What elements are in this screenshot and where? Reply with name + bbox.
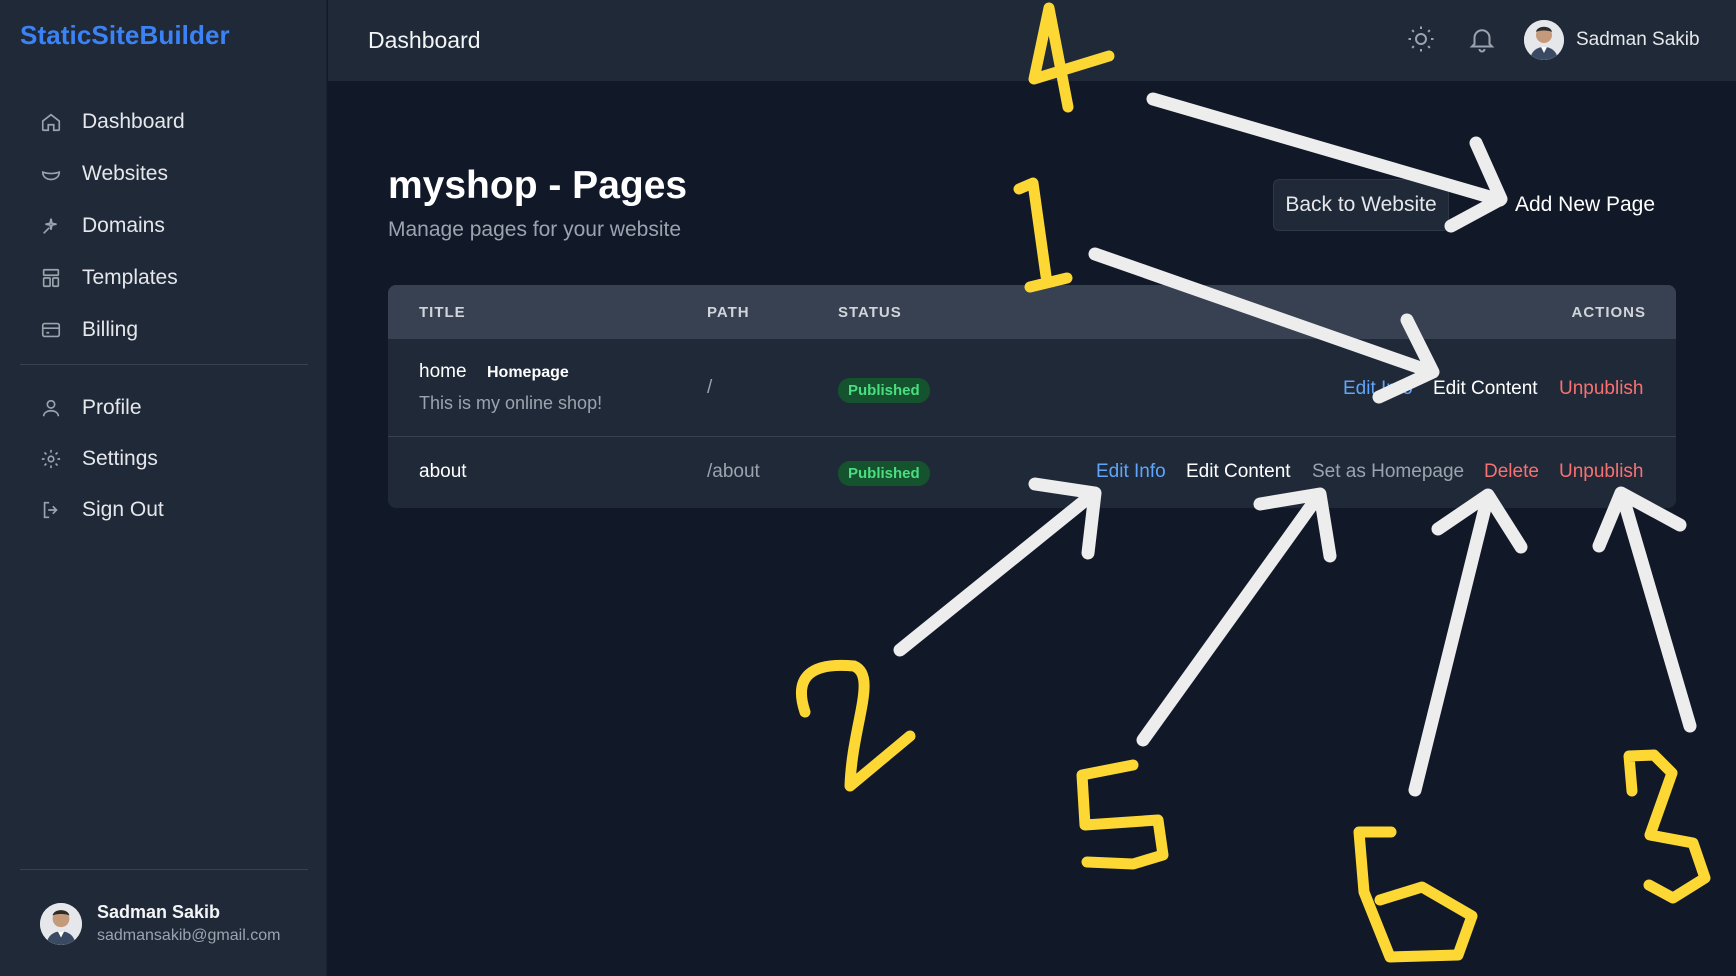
status-badge: Published bbox=[838, 378, 930, 403]
bell-icon bbox=[1469, 29, 1495, 53]
edit-info-link[interactable]: Edit Info bbox=[1343, 378, 1413, 400]
top-bar: Dashboard Sadman Sakib bbox=[328, 0, 1736, 81]
notifications-button[interactable] bbox=[1467, 24, 1497, 54]
sidebar-item-label: Domains bbox=[82, 214, 165, 237]
theme-toggle-button[interactable] bbox=[1406, 24, 1436, 54]
sidebar-item-label: Dashboard bbox=[82, 110, 185, 133]
sidebar-user-card[interactable]: Sadman Sakib sadmansakib@gmail.com bbox=[40, 902, 280, 945]
bowl-icon bbox=[41, 171, 61, 181]
sign-out-icon bbox=[43, 501, 58, 518]
gear-icon bbox=[41, 449, 61, 468]
page-title-cell: home bbox=[419, 361, 467, 382]
sidebar-item-billing[interactable]: Billing bbox=[20, 304, 308, 356]
sidebar-nav: Dashboard Websites Domains Templates Bil… bbox=[20, 96, 308, 535]
layout-icon bbox=[42, 268, 60, 288]
homepage-badge: Homepage bbox=[487, 364, 569, 381]
sidebar-divider bbox=[20, 364, 308, 365]
sidebar: StaticSiteBuilder Dashboard Websites Dom… bbox=[0, 0, 327, 976]
column-header-title: TITLE bbox=[419, 304, 466, 321]
user-icon bbox=[42, 399, 60, 416]
sidebar-item-domains[interactable]: Domains bbox=[20, 200, 308, 252]
user-menu[interactable]: Sadman Sakib bbox=[1524, 20, 1700, 60]
user-name: Sadman Sakib bbox=[1576, 29, 1700, 50]
sidebar-item-websites[interactable]: Websites bbox=[20, 148, 308, 200]
page-path: /about bbox=[707, 461, 760, 482]
column-header-actions: ACTIONS bbox=[1571, 304, 1646, 321]
sidebar-item-label: Sign Out bbox=[82, 497, 164, 521]
delete-link[interactable]: Delete bbox=[1484, 461, 1539, 483]
user-name: Sadman Sakib bbox=[97, 902, 221, 922]
annotation-number-6 bbox=[1353, 826, 1478, 963]
edit-content-link[interactable]: Edit Content bbox=[1433, 378, 1538, 400]
status-badge: Published bbox=[838, 461, 930, 486]
add-new-page-button[interactable]: Add New Page bbox=[1500, 179, 1670, 231]
back-to-website-button[interactable]: Back to Website bbox=[1273, 179, 1449, 231]
sidebar-item-label: Profile bbox=[82, 395, 142, 419]
arrow-head bbox=[1444, 136, 1508, 233]
set-as-homepage-link[interactable]: Set as Homepage bbox=[1312, 461, 1464, 483]
page-header-title: Dashboard bbox=[368, 27, 481, 53]
page-title: myshop - Pages bbox=[388, 164, 688, 207]
unpublish-link[interactable]: Unpublish bbox=[1559, 461, 1644, 483]
sidebar-item-settings[interactable]: Settings bbox=[20, 433, 308, 484]
brand-logo[interactable]: StaticSiteBuilder bbox=[20, 20, 230, 51]
avatar bbox=[1524, 20, 1564, 60]
column-header-path: PATH bbox=[707, 304, 750, 321]
edit-info-link[interactable]: Edit Info bbox=[1096, 461, 1166, 483]
pages-table: TITLE PATH STATUS ACTIONS home Homepage … bbox=[388, 285, 1676, 508]
home-icon bbox=[41, 113, 61, 132]
sidebar-item-label: Websites bbox=[82, 162, 168, 185]
page-path: / bbox=[707, 377, 713, 398]
column-header-status: STATUS bbox=[838, 304, 902, 321]
arrow-to-delete bbox=[1408, 489, 1495, 797]
sidebar-item-sign-out[interactable]: Sign Out bbox=[20, 484, 308, 535]
sidebar-item-profile[interactable]: Profile bbox=[20, 382, 308, 433]
annotation-number-3 bbox=[1623, 749, 1711, 904]
annotation-number-2 bbox=[795, 659, 916, 792]
sidebar-item-label: Settings bbox=[82, 446, 158, 470]
sidebar-item-label: Templates bbox=[82, 266, 178, 289]
arrow-to-unpublish-row2 bbox=[1615, 487, 1697, 733]
sidebar-divider bbox=[20, 869, 308, 870]
page-title-cell: about bbox=[419, 461, 467, 482]
sidebar-item-label: Billing bbox=[82, 318, 139, 341]
arrow-to-edit-info-row2 bbox=[893, 487, 1100, 657]
page-subtitle: Manage pages for your website bbox=[388, 218, 682, 241]
annotation-number-5 bbox=[1076, 759, 1169, 870]
table-header: TITLE PATH STATUS ACTIONS bbox=[388, 285, 1676, 339]
arrow-to-set-as-homepage bbox=[1136, 488, 1326, 747]
table-row: home Homepage This is my online shop! / … bbox=[388, 339, 1676, 437]
user-email: sadmansakib@gmail.com bbox=[97, 927, 281, 944]
table-row: about /about Published Edit Info Edit Co… bbox=[388, 437, 1676, 508]
unpublish-link[interactable]: Unpublish bbox=[1559, 378, 1644, 400]
credit-card-icon bbox=[41, 322, 61, 338]
annotation-number-1 bbox=[1013, 177, 1073, 293]
page-description: This is my online shop! bbox=[419, 393, 603, 413]
sparkle-icon bbox=[43, 218, 57, 234]
sidebar-item-templates[interactable]: Templates bbox=[20, 252, 308, 304]
avatar bbox=[40, 902, 82, 945]
edit-content-link[interactable]: Edit Content bbox=[1186, 461, 1291, 483]
sun-icon bbox=[1408, 26, 1434, 52]
sidebar-item-dashboard[interactable]: Dashboard bbox=[20, 96, 308, 148]
